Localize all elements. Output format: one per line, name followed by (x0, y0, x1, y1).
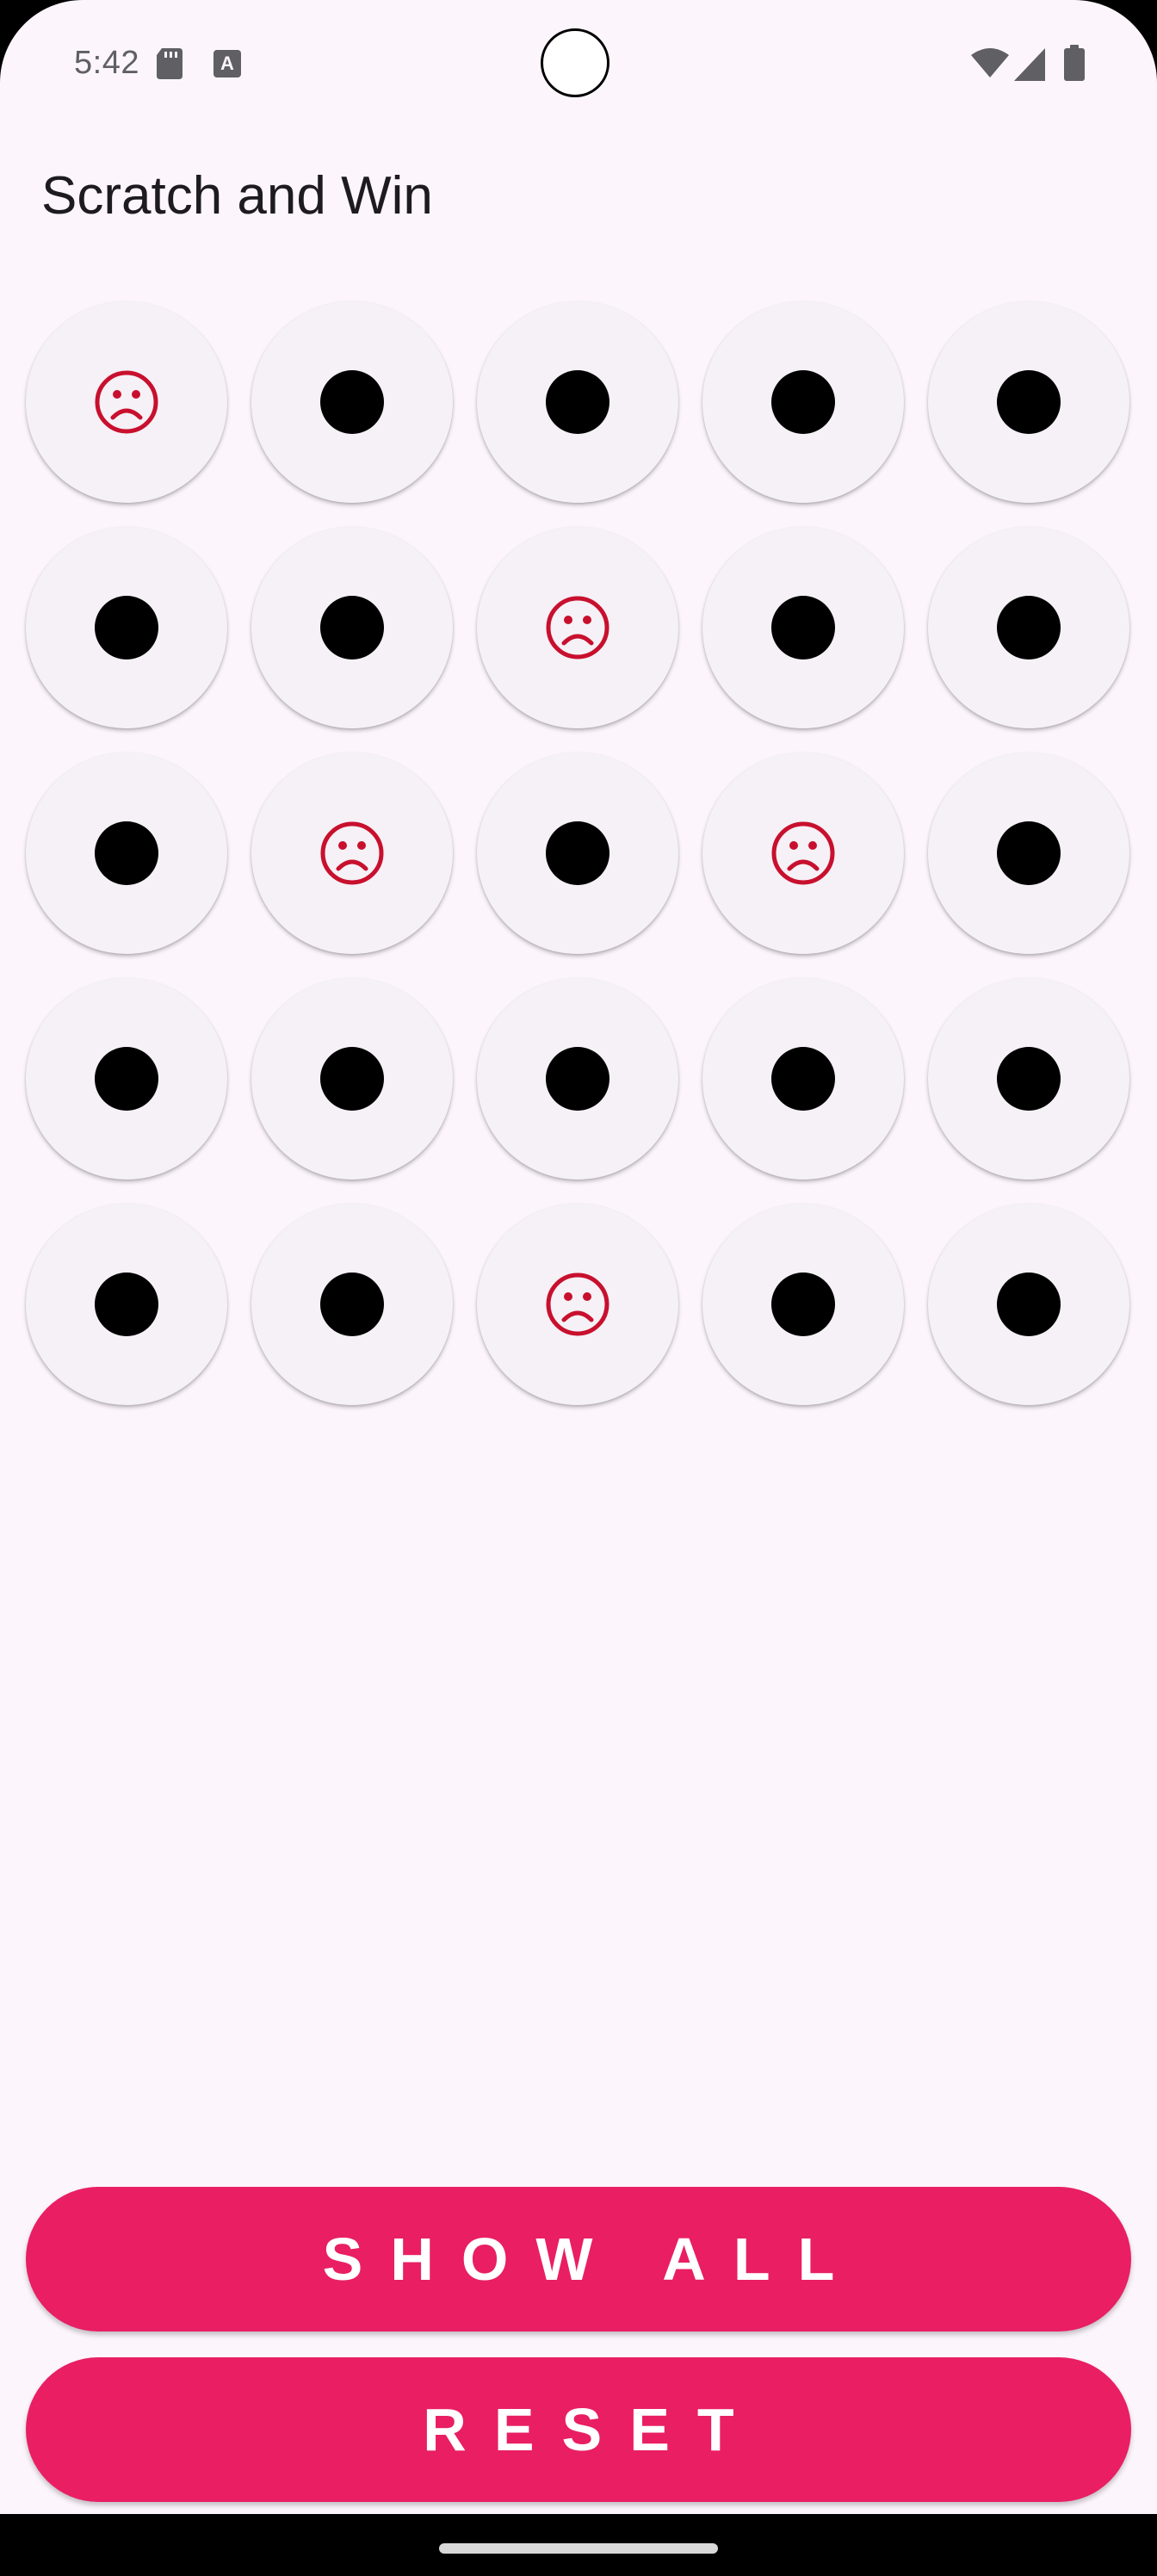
scratch-cell[interactable] (477, 978, 678, 1180)
scratch-cell[interactable] (26, 978, 227, 1180)
scratch-cell[interactable] (928, 301, 1129, 503)
scratch-dot (546, 821, 609, 885)
scratch-cell[interactable] (251, 752, 453, 954)
scratch-cell[interactable] (702, 527, 904, 728)
scratch-cell[interactable] (928, 527, 1129, 728)
sad-face-icon (546, 596, 609, 659)
scratch-cell[interactable] (702, 752, 904, 954)
scratch-cell[interactable] (251, 301, 453, 503)
scratch-cell[interactable] (477, 527, 678, 728)
scratch-dot (997, 596, 1061, 659)
sad-face-icon (771, 821, 835, 885)
scratch-cell[interactable] (26, 527, 227, 728)
a-keyboard-icon: A (213, 50, 241, 77)
app-screen: 5:42 A Scratch and Win SHOW ALL RESET (0, 0, 1157, 2576)
scratch-dot (95, 1047, 158, 1111)
camera-cutout (541, 28, 609, 97)
scratch-dot (771, 370, 835, 434)
scratch-dot (546, 370, 609, 434)
sd-card-icon (157, 48, 183, 79)
scratch-dot (320, 1273, 384, 1336)
navigation-bar (0, 2514, 1157, 2576)
scratch-cell[interactable] (26, 1204, 227, 1405)
scratch-grid (26, 301, 1131, 1407)
scratch-cell[interactable] (702, 978, 904, 1180)
scratch-dot (95, 1273, 158, 1336)
home-gesture-handle[interactable] (439, 2543, 718, 2554)
sad-face-icon (95, 370, 158, 434)
scratch-cell[interactable] (477, 1204, 678, 1405)
scratch-dot (997, 1273, 1061, 1336)
scratch-cell[interactable] (251, 527, 453, 728)
sad-face-icon (320, 821, 384, 885)
scratch-dot (771, 1273, 835, 1336)
scratch-dot (95, 821, 158, 885)
scratch-dot (320, 1047, 384, 1111)
scratch-cell[interactable] (702, 1204, 904, 1405)
app-title: Scratch and Win (41, 166, 433, 226)
scratch-cell[interactable] (251, 1204, 453, 1405)
battery-icon (1064, 45, 1085, 81)
wifi-icon (971, 48, 1009, 77)
scratch-dot (771, 1047, 835, 1111)
scratch-dot (320, 596, 384, 659)
scratch-cell[interactable] (26, 752, 227, 954)
scratch-cell[interactable] (928, 1204, 1129, 1405)
show-all-button[interactable]: SHOW ALL (26, 2187, 1131, 2331)
scratch-dot (95, 596, 158, 659)
scratch-dot (997, 821, 1061, 885)
scratch-dot (546, 1047, 609, 1111)
scratch-cell[interactable] (26, 301, 227, 503)
reset-button[interactable]: RESET (26, 2357, 1131, 2502)
sad-face-icon (546, 1273, 609, 1336)
status-time: 5:42 (74, 45, 139, 81)
scratch-cell[interactable] (928, 978, 1129, 1180)
scratch-dot (771, 596, 835, 659)
scratch-cell[interactable] (477, 301, 678, 503)
scratch-cell[interactable] (251, 978, 453, 1180)
scratch-cell[interactable] (928, 752, 1129, 954)
scratch-cell[interactable] (477, 752, 678, 954)
scratch-dot (997, 370, 1061, 434)
scratch-dot (320, 370, 384, 434)
signal-icon (1014, 48, 1045, 81)
scratch-dot (997, 1047, 1061, 1111)
status-bar: 5:42 A (0, 0, 1157, 129)
scratch-cell[interactable] (702, 301, 904, 503)
